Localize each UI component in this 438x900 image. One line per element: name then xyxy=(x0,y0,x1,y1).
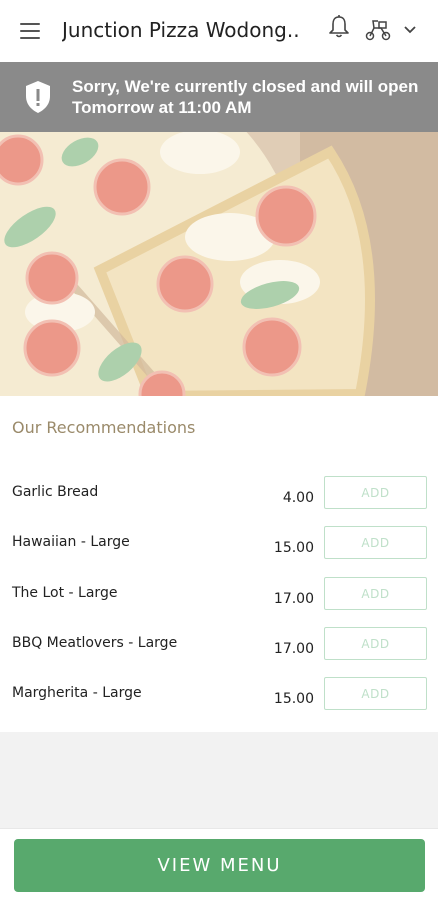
recommendations-heading: Our Recommendations xyxy=(12,418,196,437)
pizza-photo xyxy=(0,132,438,396)
chevron-down-icon[interactable] xyxy=(402,22,418,38)
bell-icon[interactable] xyxy=(327,14,351,40)
pizza-hero-image xyxy=(0,132,438,396)
add-button[interactable]: ADD xyxy=(324,476,427,509)
top-bar: Junction Pizza Wodong.. xyxy=(0,0,438,62)
item-name: Margherita - Large xyxy=(12,685,142,701)
closed-notice-banner: Sorry, We're currently closed and will o… xyxy=(0,62,438,132)
list-item: The Lot - Large 17.00 ADD xyxy=(0,577,438,627)
delivery-scooter-icon[interactable] xyxy=(364,16,392,42)
list-item: BBQ Meatlovers - Large 17.00 ADD xyxy=(0,627,438,677)
recommendations-section: Our Recommendations Garlic Bread 4.00 AD… xyxy=(0,396,438,732)
shield-alert-icon xyxy=(26,81,50,113)
item-name: Hawaiian - Large xyxy=(12,534,130,550)
item-name: The Lot - Large xyxy=(12,585,118,601)
menu-icon[interactable] xyxy=(20,23,40,39)
closed-message: Sorry, We're currently closed and will o… xyxy=(72,77,419,117)
item-name: BBQ Meatlovers - Large xyxy=(12,635,178,651)
list-item: Garlic Bread 4.00 ADD xyxy=(0,476,438,526)
add-button[interactable]: ADD xyxy=(324,677,427,710)
restaurant-title: Junction Pizza Wodong.. xyxy=(62,18,300,42)
list-item: Margherita - Large 15.00 ADD xyxy=(0,677,438,727)
add-button[interactable]: ADD xyxy=(324,526,427,559)
item-price: 17.00 xyxy=(273,641,314,657)
view-menu-button[interactable]: VIEW MENU xyxy=(14,839,425,892)
item-price: 15.00 xyxy=(273,540,314,556)
bottom-bar: VIEW MENU xyxy=(0,828,438,900)
add-button[interactable]: ADD xyxy=(324,627,427,660)
item-price: 17.00 xyxy=(273,591,314,607)
list-item: Hawaiian - Large 15.00 ADD xyxy=(0,526,438,576)
add-button[interactable]: ADD xyxy=(324,577,427,610)
item-price: 4.00 xyxy=(282,490,314,506)
item-name: Garlic Bread xyxy=(12,484,99,500)
item-price: 15.00 xyxy=(273,691,314,707)
